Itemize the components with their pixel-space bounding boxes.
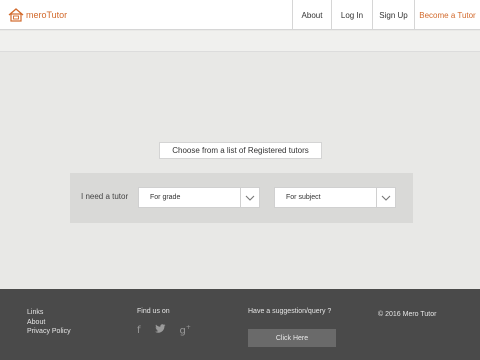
footer-links: Links About Privacy Policy: [27, 308, 71, 337]
footer-link-privacy[interactable]: Privacy Policy: [27, 327, 71, 337]
nav-about[interactable]: About: [292, 0, 331, 30]
footer-links-heading: Links: [27, 309, 44, 316]
logo[interactable]: meroTutor: [8, 8, 67, 22]
grade-select-value: For grade: [150, 194, 181, 201]
suggestion-heading: Have a suggestion/query ?: [248, 308, 332, 315]
subject-select-value: For subject: [286, 194, 321, 201]
find-us-heading: Find us on: [137, 308, 170, 315]
subject-select[interactable]: For subject: [274, 187, 396, 208]
choose-tutors-button[interactable]: Choose from a list of Registered tutors: [159, 142, 322, 159]
twitter-icon[interactable]: [154, 324, 166, 336]
top-header: meroTutor About Log In Sign Up Become a …: [0, 0, 480, 30]
copyright: © 2016 Mero Tutor: [378, 311, 437, 318]
tutor-search-panel: I need a tutor For grade For subject: [70, 173, 413, 223]
nav-become-tutor[interactable]: Become a Tutor: [414, 0, 480, 30]
logo-text: meroTutor: [26, 10, 68, 20]
nav-signup[interactable]: Sign Up: [372, 0, 414, 30]
chevron-down-icon[interactable]: [240, 188, 259, 207]
house-logo-icon: [8, 8, 24, 22]
facebook-icon[interactable]: f: [137, 325, 141, 336]
header-band: [0, 31, 480, 52]
search-label: I need a tutor: [81, 192, 129, 201]
main-content: Choose from a list of Registered tutors …: [0, 52, 480, 288]
google-plus-icon[interactable]: g+: [180, 324, 191, 336]
footer-link-about[interactable]: About: [27, 318, 71, 328]
grade-select[interactable]: For grade: [138, 187, 260, 208]
click-here-button[interactable]: Click Here: [248, 329, 336, 347]
chevron-down-icon[interactable]: [376, 188, 395, 207]
footer: Links About Privacy Policy Find us on f …: [0, 289, 480, 360]
main-nav: About Log In Sign Up Become a Tutor: [292, 0, 480, 30]
nav-login[interactable]: Log In: [331, 0, 372, 30]
social-links: f g+: [137, 324, 191, 336]
